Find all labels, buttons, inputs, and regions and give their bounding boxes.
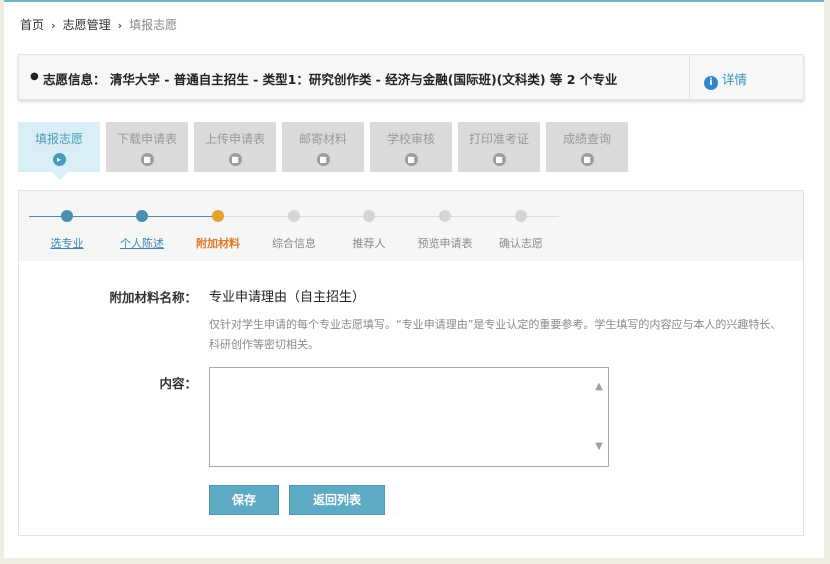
- details-link[interactable]: i 详情: [704, 69, 747, 90]
- step-line-done: [29, 216, 215, 217]
- info-icon: i: [704, 76, 718, 90]
- step-preview-form: 预览申请表: [417, 237, 473, 250]
- step-general-info: 综合信息: [272, 237, 316, 250]
- tab-mail-materials[interactable]: 邮寄材料 ■: [282, 122, 364, 172]
- step-personal-statement[interactable]: 个人陈述: [120, 235, 164, 251]
- save-button[interactable]: 保存: [209, 485, 279, 515]
- tab-fill-application[interactable]: 填报志愿 ▸: [18, 122, 100, 180]
- tab-label: 成绩查询: [562, 132, 611, 146]
- breadcrumb-current: 填报志愿: [129, 18, 178, 32]
- step-select-major[interactable]: 选专业: [51, 235, 84, 251]
- scroll-up-icon[interactable]: ▲: [592, 380, 606, 394]
- breadcrumb: 首页 › 志愿管理 › 填报志愿: [20, 16, 177, 33]
- tab-upload-form[interactable]: 上传申请表 ■: [194, 122, 276, 172]
- step-dot-pending: [363, 210, 375, 222]
- breadcrumb-home[interactable]: 首页: [20, 18, 44, 32]
- content-textarea-box: ▲ ▼: [209, 367, 609, 467]
- tab-label: 填报志愿: [34, 132, 83, 146]
- content-panel: 选专业 个人陈述 附加材料 综合信息 推荐人 预览申请表 确认志愿 附加材料名称…: [18, 190, 804, 536]
- step-progress: 选专业 个人陈述 附加材料 综合信息 推荐人 预览申请表 确认志愿: [19, 191, 803, 261]
- tab-label: 学校审核: [386, 132, 435, 146]
- tab-label: 邮寄材料: [298, 132, 347, 146]
- step-dot-pending: [515, 210, 527, 222]
- tab-label: 打印准考证: [468, 132, 529, 146]
- arrow-right-icon: ▸: [52, 153, 66, 166]
- tab-score-query[interactable]: 成绩查询 ■: [546, 122, 628, 172]
- step-line-pending: [215, 216, 559, 217]
- lock-icon: ■: [404, 153, 418, 166]
- material-hint: 仅针对学生申请的每个专业志愿填写。“专业申请理由”是专业认定的重要参考。学生填写…: [209, 318, 782, 351]
- application-info-bar: ● 志愿信息： 清华大学 - 普通自主招生 - 类型1：研究创作类 - 经济与金…: [18, 54, 804, 100]
- lock-icon: ■: [580, 153, 594, 166]
- scroll-down-icon[interactable]: ▼: [592, 440, 606, 454]
- back-to-list-button[interactable]: 返回列表: [289, 485, 385, 515]
- lock-icon: ■: [492, 153, 506, 166]
- details-link-label: 详情: [722, 72, 748, 87]
- divider: [689, 55, 690, 99]
- chevron-right-icon: ›: [117, 19, 123, 32]
- step-dot-done: [61, 210, 73, 222]
- lock-icon: ■: [140, 153, 154, 166]
- application-info-label: 志愿信息： 清华大学 - 普通自主招生 - 类型1：研究创作类 - 经济与金融(…: [43, 72, 618, 87]
- bullet-icon: ●: [30, 71, 39, 82]
- content-textarea[interactable]: [211, 369, 591, 465]
- material-name-label: 附加材料名称：: [109, 290, 197, 305]
- page: 首页 › 志愿管理 › 填报志愿 ● 志愿信息： 清华大学 - 普通自主招生 - 类型1…: [4, 0, 824, 558]
- step-dot-done: [136, 210, 148, 222]
- step-confirm: 确认志愿: [499, 237, 543, 250]
- chevron-right-icon: ›: [51, 19, 56, 32]
- step-dot-current: [212, 210, 224, 222]
- step-dot-pending: [288, 210, 300, 222]
- breadcrumb-section[interactable]: 志愿管理: [63, 18, 111, 32]
- tab-print-admission-ticket[interactable]: 打印准考证 ■: [458, 122, 540, 172]
- step-recommender: 推荐人: [352, 237, 386, 250]
- material-name-value: 专业申请理由（自主招生）: [209, 290, 366, 305]
- tab-label: 下载申请表: [116, 132, 177, 146]
- tab-school-review[interactable]: 学校审核 ■: [370, 122, 452, 172]
- tab-label: 上传申请表: [204, 132, 265, 146]
- lock-icon: ■: [228, 153, 242, 166]
- lock-icon: ■: [316, 153, 330, 166]
- step-dot-pending: [439, 210, 451, 222]
- step-additional-materials: 附加材料: [196, 237, 240, 250]
- tab-download-form[interactable]: 下载申请表 ■: [106, 122, 188, 172]
- content-label: 内容：: [159, 376, 197, 391]
